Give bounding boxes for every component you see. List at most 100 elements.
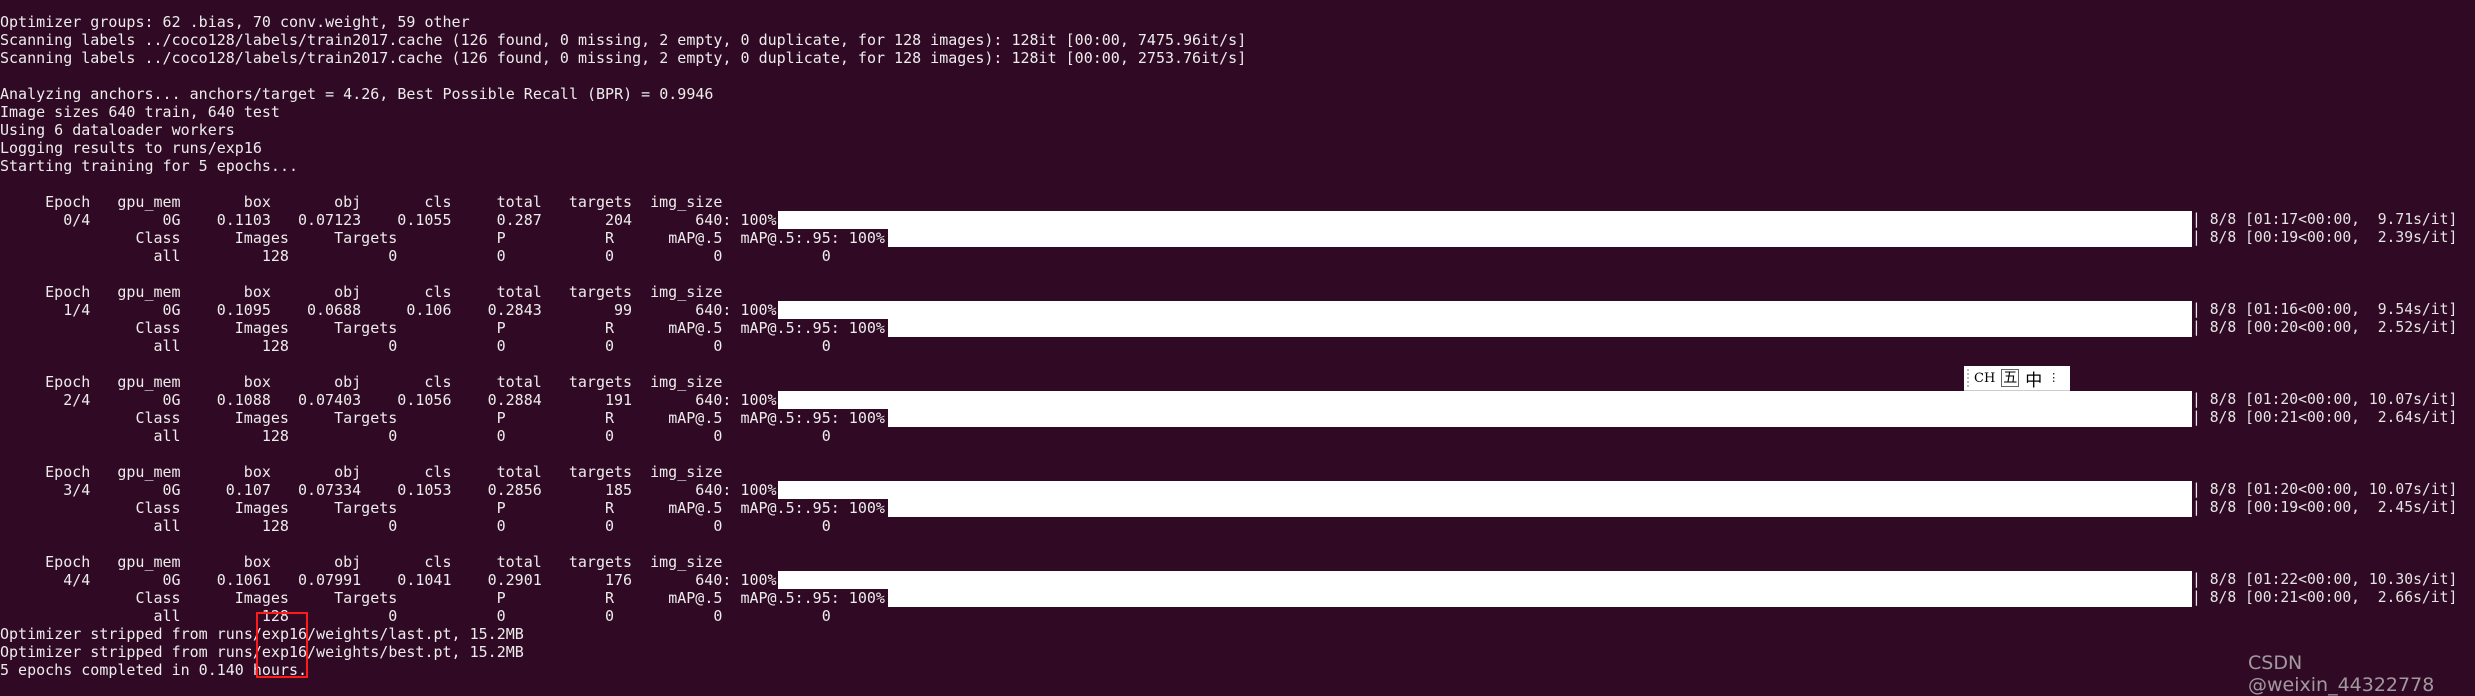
ime-mode-toggle[interactable]: CH xyxy=(1974,371,1995,386)
train-progress-status: 8/8 [01:20<00:00, 10.07s/it] xyxy=(2192,391,2458,409)
metric-value: 0.1041 xyxy=(397,571,452,589)
train-progress-status: 8/8 [01:20<00:00, 10.07s/it] xyxy=(2192,481,2458,499)
metric-value: 640 xyxy=(695,481,723,499)
log-line: Starting training for 5 epochs... xyxy=(0,157,299,175)
metric-value: 0G xyxy=(162,301,181,319)
log-line: Optimizer groups: 62 .bias, 70 conv.weig… xyxy=(0,13,470,31)
metric-value: 191 xyxy=(604,391,633,409)
ime-menu-icon[interactable]: ⋮ xyxy=(2048,372,2059,383)
progress-suffix: : 100%| xyxy=(830,229,894,247)
metric-value: 0 xyxy=(821,607,831,625)
metric-value: 2/4 xyxy=(63,391,91,409)
column-header: Class xyxy=(135,589,181,607)
metric-value: 640 xyxy=(695,571,723,589)
metric-value: 0G xyxy=(162,481,181,499)
metric-value: 0 xyxy=(605,517,615,535)
column-header: mAP@.5:.95 xyxy=(740,589,831,607)
metric-value: 0 xyxy=(496,517,506,535)
column-header: total xyxy=(496,553,542,571)
column-header: cls xyxy=(424,373,452,391)
progress-percent: : 100%| xyxy=(722,391,786,409)
column-header: Images xyxy=(234,409,289,427)
column-header: R xyxy=(605,229,615,247)
column-header: Class xyxy=(135,499,181,517)
metric-value: all xyxy=(153,517,181,535)
metric-value: 185 xyxy=(604,481,633,499)
progress-suffix: : 100%| xyxy=(830,319,894,337)
val-progress-status: 8/8 [00:19<00:00, 2.45s/it] xyxy=(2192,499,2458,517)
highlight-box xyxy=(256,612,308,678)
ime-toolbar[interactable]: CH 五 中 ⋮ xyxy=(1964,366,2070,391)
train-values-row: 3/4 0G 0.107 0.07334 0.1053 0.2856 185 640: 100… xyxy=(0,481,2475,499)
metric-value: 0G xyxy=(162,571,181,589)
terminal-output: Optimizer groups: 62 .bias, 70 conv.weig… xyxy=(0,13,2475,679)
column-header: img_size xyxy=(650,283,723,301)
train-progress-status: 8/8 [01:17<00:00, 9.71s/it] xyxy=(2192,211,2458,229)
metric-value: 0 xyxy=(713,517,723,535)
column-header: R xyxy=(605,499,615,517)
metric-value: 1/4 xyxy=(63,301,91,319)
metric-value: 3/4 xyxy=(63,481,91,499)
progress-suffix: : 100%| xyxy=(830,409,894,427)
column-header: gpu_mem xyxy=(117,193,181,211)
column-header: Targets xyxy=(334,499,398,517)
metric-value: 0/4 xyxy=(63,211,91,229)
metric-value: 0 xyxy=(713,337,723,355)
val-header-row: Class Images Targets P RmAP@.5 mAP@.5:.95: 10… xyxy=(0,409,2475,427)
train-values-row: 4/4 0G 0.1061 0.07991 0.1041 0.2901 176 640: 10… xyxy=(0,571,2475,589)
metric-value: 0.07991 xyxy=(297,571,362,589)
column-header: R xyxy=(605,589,615,607)
column-header: Images xyxy=(234,229,289,247)
log-line: Optimizer stripped from runs/exp16/weigh… xyxy=(0,625,524,643)
log-line: Analyzing anchors... anchors/target = 4.… xyxy=(0,85,714,103)
val-values-row: all 128 0 0 0 0 0 xyxy=(0,427,2475,445)
train-values-row: 2/4 0G 0.1088 0.07403 0.1056 0.2884 191 640: 10… xyxy=(0,391,2475,409)
column-header: gpu_mem xyxy=(117,283,181,301)
metric-value: 640 xyxy=(695,211,723,229)
column-header: cls xyxy=(424,553,452,571)
metric-value: 0 xyxy=(388,247,398,265)
drag-handle[interactable] xyxy=(1967,369,1969,387)
metric-value: 0.287 xyxy=(496,211,542,229)
metric-value: 0.2901 xyxy=(487,571,542,589)
val-header-row: Class Images Targets P RmAP@.5 mAP@.5:.95: 10… xyxy=(0,499,2475,517)
progress-percent: : 100%| xyxy=(722,301,786,319)
column-header: Epoch xyxy=(45,553,91,571)
column-header: box xyxy=(243,283,271,301)
log-line: Using 6 dataloader workers xyxy=(0,121,235,139)
column-header: P xyxy=(496,229,506,247)
column-header: mAP@.5 xyxy=(668,319,723,337)
column-header: Epoch xyxy=(45,373,91,391)
column-header: mAP@.5:.95 xyxy=(740,499,831,517)
column-header: mAP@.5:.95 xyxy=(740,409,831,427)
val-header-row: Class Images Targets P RmAP@.5 mAP@.5:.95: 10… xyxy=(0,229,2475,247)
progress-percent: : 100%| xyxy=(722,481,786,499)
column-header: targets xyxy=(568,283,633,301)
metric-value: 0 xyxy=(388,517,398,535)
metric-value: 99 xyxy=(614,301,633,319)
column-header: img_size xyxy=(650,553,723,571)
train-header-row: Epoch gpu_mem box obj cls total targets img_siz… xyxy=(0,553,2475,571)
metric-value: 0.1056 xyxy=(397,391,452,409)
progress-bar xyxy=(888,589,2192,607)
metric-value: 0 xyxy=(713,247,723,265)
column-header: mAP@.5 xyxy=(668,409,723,427)
metric-value: 128 xyxy=(261,337,289,355)
metric-value: 0 xyxy=(821,427,831,445)
ime-wubi-icon[interactable]: 五 xyxy=(2001,369,2020,387)
metric-value: 128 xyxy=(261,517,289,535)
val-header-row: Class Images Targets P RmAP@.5 mAP@.5:.95: 10… xyxy=(0,319,2475,337)
progress-bar xyxy=(888,319,2192,337)
val-values-row: all 128 0 0 0 0 0 xyxy=(0,607,2475,625)
log-line: Optimizer stripped from runs/exp16/weigh… xyxy=(0,643,524,661)
metric-value: 640 xyxy=(695,301,723,319)
ime-language-toggle[interactable]: 中 xyxy=(2025,366,2042,391)
column-header: mAP@.5 xyxy=(668,229,723,247)
train-header-row: Epoch gpu_mem box obj cls total targets img_siz… xyxy=(0,373,2475,391)
metric-value: 0.07403 xyxy=(297,391,362,409)
column-header: box xyxy=(243,463,271,481)
column-header: Class xyxy=(135,409,181,427)
